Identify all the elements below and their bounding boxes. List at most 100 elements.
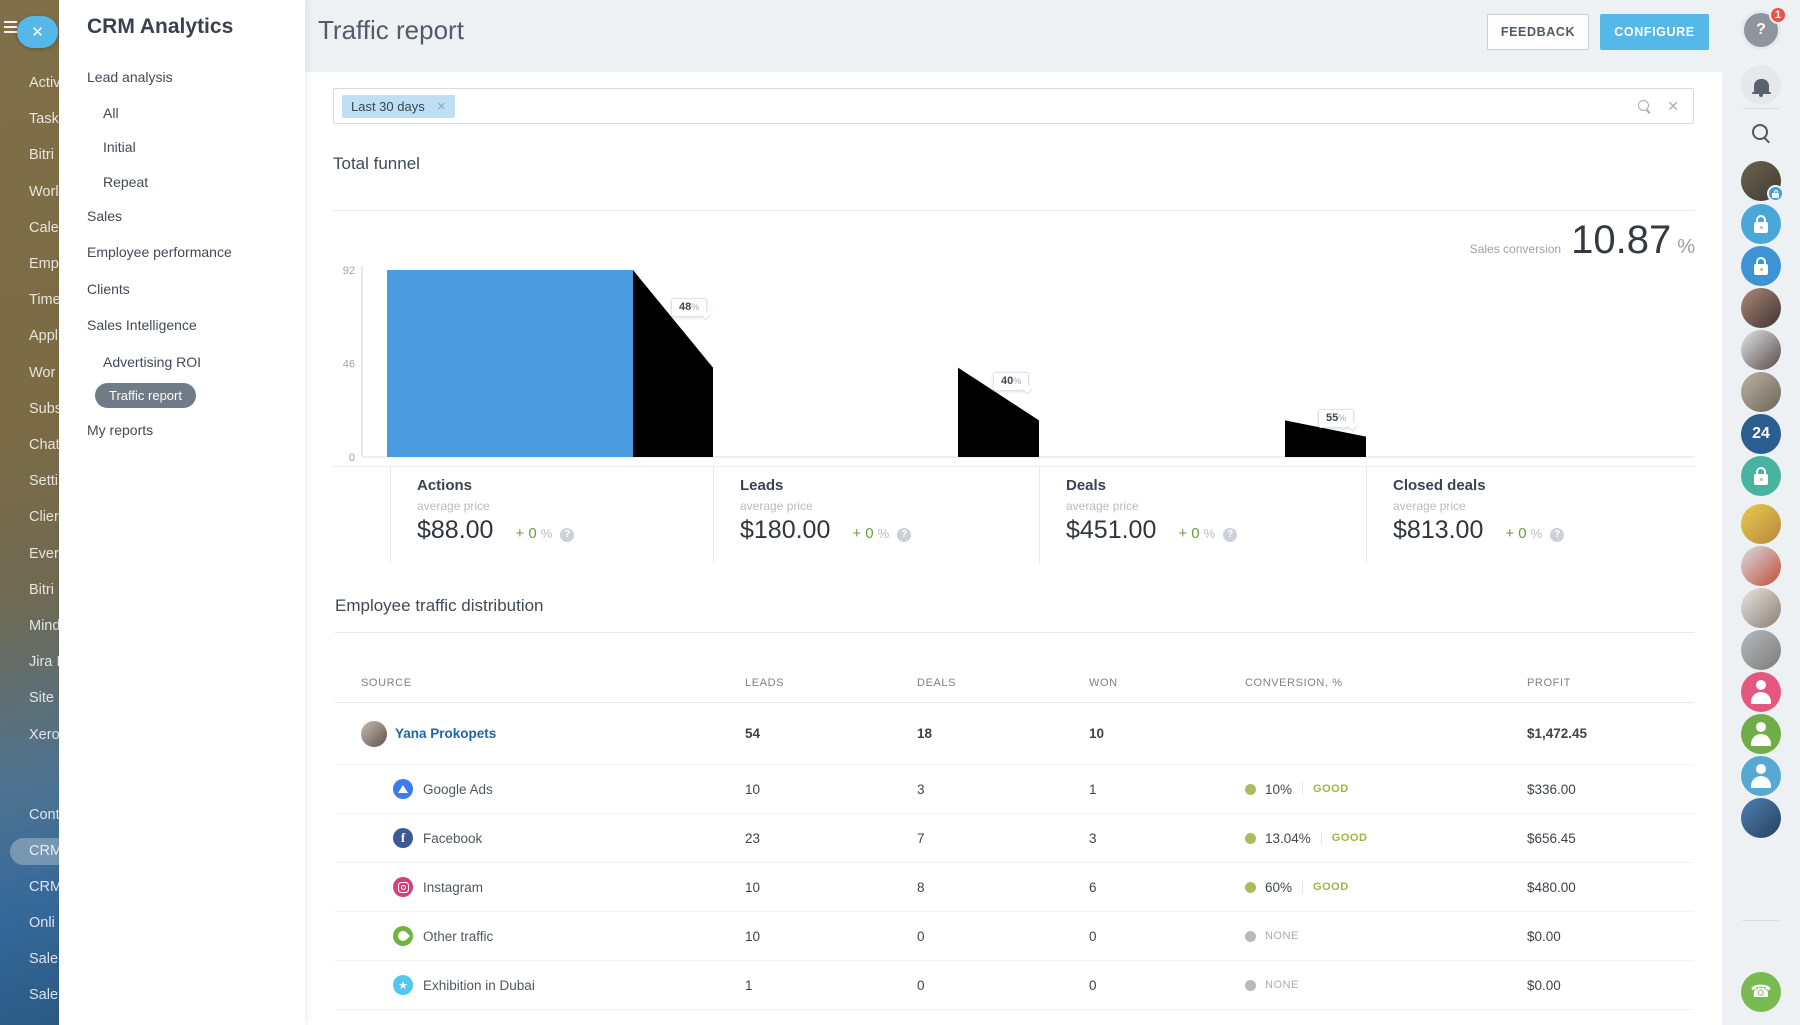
hamburger-menu-icon[interactable] <box>4 21 17 36</box>
search-icon[interactable] <box>1638 100 1651 113</box>
private-chat-item[interactable] <box>1741 204 1781 244</box>
table-row-employee[interactable]: Yana Prokopets541810$1,472.45 <box>335 703 1694 765</box>
call-button[interactable]: ☎ <box>1741 972 1781 1012</box>
configure-button[interactable]: CONFIGURE <box>1600 14 1709 50</box>
sidebar-item-xero[interactable]: Xero <box>0 722 59 749</box>
menu-item-sales-intelligence[interactable]: Sales Intelligence <box>87 317 197 333</box>
sidebar-item-sale[interactable]: Sale <box>0 946 59 973</box>
cell-leads: 23 <box>745 831 917 846</box>
source-label: Facebook <box>423 831 482 846</box>
employee-name-link[interactable]: Yana Prokopets <box>395 726 496 741</box>
help-icon[interactable]: ? <box>1550 528 1564 542</box>
sidebar-item-subs[interactable]: Subs <box>0 396 59 423</box>
avatar[interactable] <box>1741 161 1781 201</box>
column-header-leads: LEADS <box>745 677 917 689</box>
menu-item-repeat[interactable]: Repeat <box>103 174 148 190</box>
avatar[interactable] <box>1741 504 1781 544</box>
cell-won: 6 <box>1089 880 1245 895</box>
cell-conversion: NONE <box>1245 979 1527 991</box>
person-icon <box>1741 672 1781 712</box>
avatar[interactable] <box>1741 330 1781 370</box>
conversion-dot <box>1245 980 1256 991</box>
sidebar-item-sale[interactable]: Sale <box>0 982 59 1009</box>
sidebar-item-onli[interactable]: Onli <box>0 910 59 937</box>
stage-delta-unit: % <box>1204 526 1216 541</box>
sidebar-item-task[interactable]: Task <box>0 106 59 133</box>
conversion-dot <box>1245 784 1256 795</box>
b24-logo: 24 <box>1752 425 1770 443</box>
private-chat-item[interactable] <box>1741 456 1781 496</box>
sidebar-item-crm[interactable]: CRM <box>0 838 59 865</box>
table-row-other-traffic[interactable]: Other traffic1000NONE$0.00 <box>335 912 1694 961</box>
stage-avg-price-value: $180.00 <box>740 516 830 545</box>
avatar[interactable] <box>1741 546 1781 586</box>
sidebar-item-setti[interactable]: Setti <box>0 468 59 495</box>
crm-analytics-menu: CRM Analytics Lead analysisAllInitialRep… <box>59 0 305 1025</box>
remove-filter-icon[interactable]: ✕ <box>437 100 446 113</box>
bitrix24-chat-item[interactable]: 24 <box>1741 414 1781 454</box>
menu-item-advertising-roi[interactable]: Advertising ROI <box>103 354 201 370</box>
sidebar-item-clier[interactable]: Clier <box>0 504 59 531</box>
menu-item-clients[interactable]: Clients <box>87 281 130 297</box>
sidebar-item-activ[interactable]: Activ <box>0 70 59 97</box>
sidebar-item-crm[interactable]: CRM <box>0 874 59 901</box>
sidebar-item-site[interactable]: Site <box>0 685 59 712</box>
menu-item-employee-performance[interactable]: Employee performance <box>87 244 232 260</box>
avatar[interactable] <box>1741 630 1781 670</box>
rail-divider <box>1743 920 1779 921</box>
sidebar-item-worl[interactable]: Worl <box>0 179 59 206</box>
sidebar-item-bitri[interactable]: Bitri <box>0 142 59 169</box>
sidebar-item-emp[interactable]: Emp <box>0 251 59 278</box>
conversion-rating-badge: GOOD <box>1313 881 1349 893</box>
user-chat-item[interactable] <box>1741 672 1781 712</box>
help-button[interactable]: ?1 <box>1741 10 1781 50</box>
menu-item-sales[interactable]: Sales <box>87 208 122 224</box>
sidebar-item-ever[interactable]: Ever <box>0 541 59 568</box>
sidebar-item-cale[interactable]: Cale <box>0 215 59 242</box>
menu-item-traffic-report[interactable]: Traffic report <box>95 383 196 408</box>
cell-deals: 0 <box>917 978 1089 993</box>
sidebar-item-chat[interactable]: Chat <box>0 432 59 459</box>
notifications-button[interactable] <box>1741 65 1781 105</box>
sales-conversion: Sales conversion 10.87 % <box>1470 218 1695 263</box>
clear-search-icon[interactable]: ✕ <box>1667 98 1679 115</box>
sidebar-item-wor[interactable]: Wor <box>0 360 59 387</box>
user-chat-item[interactable] <box>1741 756 1781 796</box>
menu-item-lead-analysis[interactable]: Lead analysis <box>87 69 173 85</box>
avatar[interactable] <box>1741 588 1781 628</box>
sidebar-item-mind[interactable]: Mind <box>0 613 59 640</box>
table-row-exhibition-in-dubai[interactable]: ★Exhibition in Dubai100NONE$0.00 <box>335 961 1694 1010</box>
filter-search-bar[interactable]: Last 30 days ✕ ✕ <box>333 88 1694 124</box>
menu-item-initial[interactable]: Initial <box>103 139 136 155</box>
cell-won: 10 <box>1089 726 1245 741</box>
avatar[interactable] <box>1741 372 1781 412</box>
menu-item-my-reports[interactable]: My reports <box>87 422 153 438</box>
sidebar-item-appl[interactable]: Appl <box>0 323 59 350</box>
sidebar-item-jira-i[interactable]: Jira I <box>0 649 59 676</box>
help-icon[interactable]: ? <box>1223 528 1237 542</box>
sidebar-item-bitri[interactable]: Bitri <box>0 577 59 604</box>
table-row-instagram[interactable]: Instagram108660%GOOD$480.00 <box>335 863 1694 912</box>
close-menu-button[interactable]: ✕ <box>17 16 58 48</box>
sidebar-item-cont[interactable]: Cont <box>0 802 59 829</box>
cell-leads: 10 <box>745 880 917 895</box>
sidebar-item-time[interactable]: Time <box>0 287 59 314</box>
employee-traffic-table: SOURCELEADSDEALSWONCONVERSION, %PROFIT Y… <box>335 632 1694 1010</box>
table-row-google-ads[interactable]: Google Ads103110%GOOD$336.00 <box>335 765 1694 814</box>
private-chat-item[interactable] <box>1741 246 1781 286</box>
avatar <box>361 721 387 747</box>
avatar[interactable] <box>1741 288 1781 328</box>
cell-leads: 1 <box>745 978 917 993</box>
help-icon[interactable]: ? <box>897 528 911 542</box>
feedback-button[interactable]: FEEDBACK <box>1487 14 1589 50</box>
phone-icon: ☎ <box>1750 982 1771 1002</box>
help-icon[interactable]: ? <box>560 528 574 542</box>
cell-profit: $656.45 <box>1527 831 1694 846</box>
filter-chip-last-30-days[interactable]: Last 30 days ✕ <box>342 95 455 118</box>
menu-item-all[interactable]: All <box>103 105 119 121</box>
user-chat-item[interactable] <box>1741 714 1781 754</box>
search-button[interactable] <box>1741 113 1781 153</box>
table-row-facebook[interactable]: fFacebook237313.04%GOOD$656.45 <box>335 814 1694 863</box>
sales-conversion-value: 10.87 <box>1571 218 1671 263</box>
avatar[interactable] <box>1741 798 1781 838</box>
